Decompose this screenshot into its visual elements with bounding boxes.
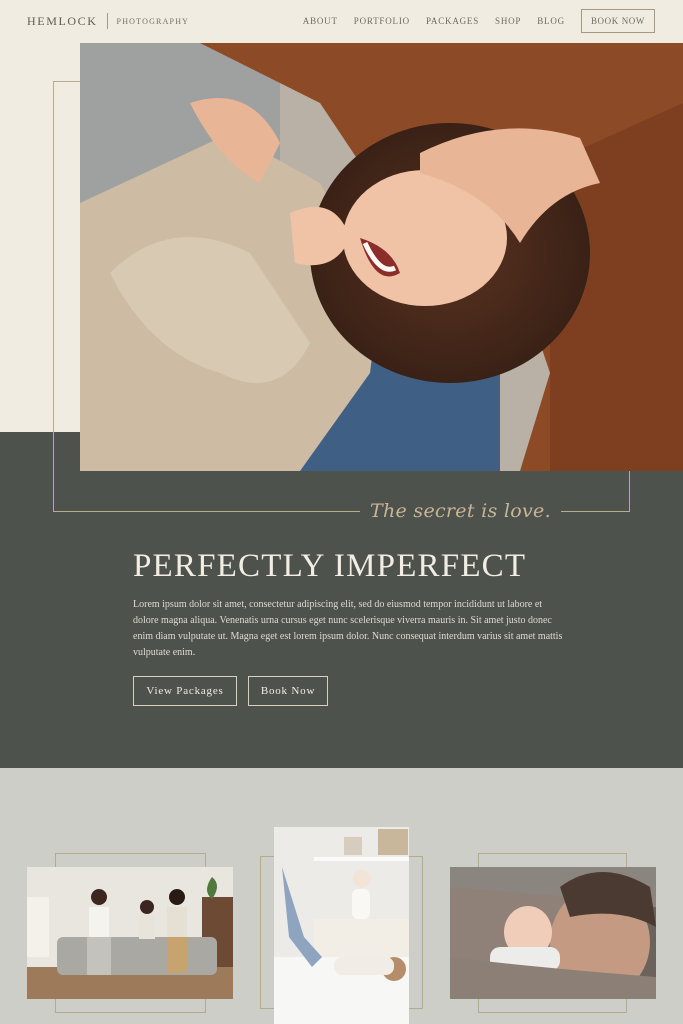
book-now-button[interactable]: Book Now bbox=[248, 676, 328, 706]
brand-logo[interactable]: HEMLOCK PHOTOGRAPHY bbox=[27, 13, 189, 29]
father-newborn-photo-illustration bbox=[450, 867, 656, 999]
nav-shop[interactable]: SHOP bbox=[495, 16, 521, 26]
brand-name: HEMLOCK bbox=[27, 13, 98, 28]
nav-packages[interactable]: PACKAGES bbox=[426, 16, 479, 26]
nav-blog[interactable]: BLOG bbox=[537, 16, 565, 26]
hero-photo bbox=[80, 43, 683, 471]
gallery-photo-father-newborn[interactable] bbox=[450, 867, 656, 999]
view-packages-button[interactable]: View Packages bbox=[133, 676, 237, 706]
hero-body-text: Lorem ipsum dolor sit amet, consectetur … bbox=[133, 599, 563, 658]
book-now-nav-button[interactable]: BOOK NOW bbox=[580, 9, 655, 33]
tagline-script-wrap: The secret is love. bbox=[360, 500, 561, 522]
hero-photo-illustration bbox=[80, 43, 683, 471]
family-photo-illustration bbox=[27, 867, 233, 999]
mother-baby-photo-illustration bbox=[274, 827, 409, 1024]
site-header: HEMLOCK PHOTOGRAPHY ABOUT PORTFOLIO PACK… bbox=[0, 0, 683, 43]
tagline-script: The secret is love. bbox=[370, 500, 551, 522]
nav-portfolio[interactable]: PORTFOLIO bbox=[354, 16, 410, 26]
nav-about[interactable]: ABOUT bbox=[303, 16, 338, 26]
brand-tagline: PHOTOGRAPHY bbox=[116, 16, 190, 26]
brand-divider bbox=[106, 13, 108, 29]
gallery-photo-mother-baby[interactable] bbox=[274, 827, 409, 1024]
hero-headline: PERFECTLY IMPERFECT bbox=[133, 548, 527, 584]
gallery-photo-family[interactable] bbox=[27, 867, 233, 999]
main-nav: ABOUT PORTFOLIO PACKAGES SHOP BLOG BOOK … bbox=[287, 9, 655, 33]
